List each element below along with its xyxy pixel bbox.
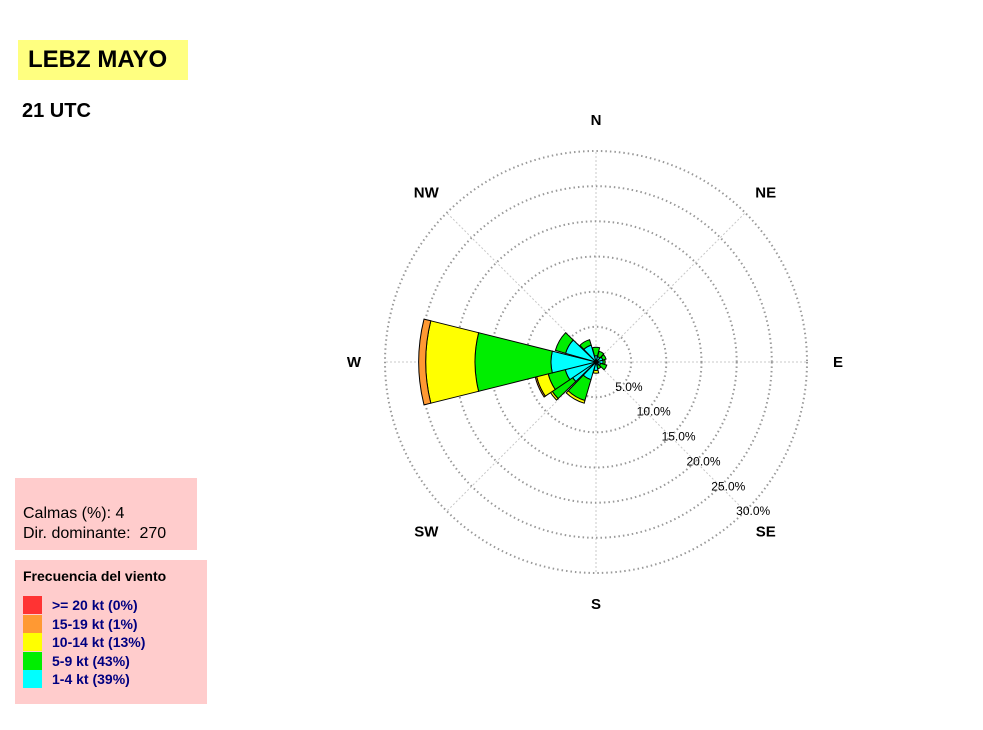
ring-label: 20.0% (686, 455, 720, 469)
legend-item: 1-4 kt (39%) (23, 670, 207, 689)
stats-panel: Calmas (%): 4 Dir. dominante: 270 (15, 478, 197, 550)
legend-swatch (23, 633, 42, 652)
legend-label: 1-4 kt (39%) (52, 671, 130, 688)
legend-swatch (23, 651, 42, 670)
direction-label-se: SE (756, 524, 776, 541)
direction-label-sw: SW (414, 524, 439, 541)
petal-segment (425, 320, 480, 404)
petals (418, 318, 608, 406)
petal-segment (592, 369, 600, 374)
legend: Frecuencia del viento >= 20 kt (0%) 15-1… (15, 560, 207, 704)
legend-item: 15-19 kt (1%) (23, 614, 207, 634)
legend-swatch (23, 614, 42, 633)
legend-title: Frecuencia del viento (23, 568, 167, 584)
grid-spoke (595, 212, 746, 363)
ring-label: 25.0% (711, 479, 745, 493)
ring-label: 15.0% (662, 430, 696, 444)
ring-label: 30.0% (736, 504, 770, 518)
direction-label-nw: NW (414, 184, 440, 201)
legend-item: 10-14 kt (13%) (23, 633, 207, 652)
legend-item: 5-9 kt (43%) (23, 651, 207, 671)
direction-label-n: N (591, 112, 602, 129)
calms-text: Calmas (%): 4 (23, 505, 125, 522)
legend-item: >= 20 kt (0%) (23, 596, 207, 615)
legend-swatch (23, 596, 42, 615)
legend-swatch (23, 670, 42, 689)
dominant-direction-text: Dir. dominante: 270 (23, 525, 167, 542)
petal-segment (602, 359, 606, 365)
direction-label-s: S (591, 596, 601, 613)
legend-label: 10-14 kt (13%) (52, 634, 146, 651)
direction-label-ne: NE (755, 184, 776, 201)
legend-label: 15-19 kt (1%) (52, 615, 138, 632)
ring-label: 5.0% (615, 380, 643, 394)
direction-label-e: E (833, 354, 843, 371)
legend-label: >= 20 kt (0%) (52, 597, 138, 614)
ring-label: 10.0% (637, 405, 671, 419)
legend-label: 5-9 kt (43%) (52, 652, 130, 669)
direction-label-w: W (347, 354, 362, 371)
